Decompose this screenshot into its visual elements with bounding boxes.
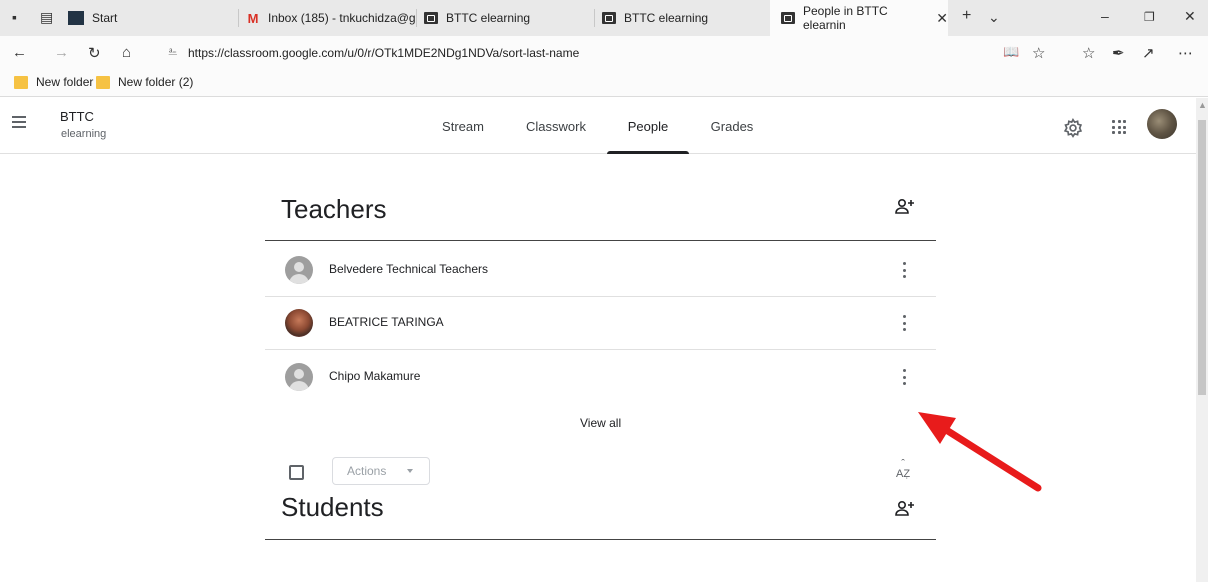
teacher-row: Chipo Makamure (265, 351, 936, 404)
students-divider (265, 539, 936, 540)
back-icon[interactable]: ← (12, 44, 27, 61)
more-options-icon[interactable] (898, 262, 910, 278)
home-icon[interactable]: ⌂ (122, 44, 131, 61)
restore-icon[interactable]: ❐ (1144, 10, 1155, 24)
close-window-icon[interactable]: ✕ (1184, 8, 1196, 25)
tab-gmail-inbox[interactable]: M Inbox (185) - tnkuchidza@g (246, 0, 416, 36)
more-options-icon[interactable] (898, 315, 910, 331)
actions-dropdown[interactable]: Actions (332, 457, 430, 485)
page-scrollbar[interactable]: ▲ (1196, 98, 1208, 582)
teachers-divider (265, 240, 936, 241)
google-apps-icon[interactable] (1112, 120, 1126, 134)
classroom-icon (602, 12, 616, 24)
folder-label: New folder (2) (118, 75, 194, 89)
reading-view-icon[interactable]: 📖 (1003, 44, 1019, 60)
dropdown-caret-icon (407, 469, 413, 473)
tab-stream[interactable]: Stream (431, 98, 495, 154)
minimize-icon[interactable]: – (1101, 8, 1109, 24)
classroom-icon (424, 12, 438, 24)
teacher-name: BEATRICE TARINGA (329, 315, 444, 329)
invite-students-icon[interactable] (895, 500, 915, 516)
refresh-icon[interactable]: ↻ (88, 44, 101, 62)
account-avatar[interactable] (1147, 109, 1177, 139)
classroom-icon (781, 12, 795, 24)
tab-classwork[interactable]: Classwork (511, 98, 601, 154)
tab-list-chevron-icon[interactable]: ⌄ (988, 9, 1000, 26)
invite-teachers-icon[interactable] (895, 198, 915, 214)
classroom-topbar: BTTC elearning Stream Classwork People G… (0, 98, 1196, 154)
folder-icon (14, 75, 28, 89)
favorite-star-icon[interactable]: ☆ (1032, 44, 1045, 62)
tab-bttc-elearning-2[interactable]: BTTC elearning (602, 0, 768, 36)
teacher-row: BEATRICE TARINGA (265, 297, 936, 350)
actions-label: Actions (347, 464, 387, 478)
share-icon[interactable]: ↗ (1142, 44, 1155, 62)
teacher-row: Belvedere Technical Teachers (265, 244, 936, 297)
class-section: elearning (61, 128, 107, 140)
teachers-heading: Teachers (281, 194, 387, 224)
tab-title: BTTC elearning (624, 11, 709, 25)
classroom-page: BTTC elearning Stream Classwork People G… (0, 98, 1196, 582)
scroll-thumb[interactable] (1198, 120, 1206, 395)
default-avatar (285, 256, 313, 284)
browser-tab-strip: ▪ ▤ Start M Inbox (185) - tnkuchidza@g B… (0, 0, 1208, 36)
web-note-icon[interactable]: ✒ (1112, 44, 1125, 62)
favorites-hub-icon[interactable]: ☆ (1082, 44, 1095, 62)
select-all-checkbox[interactable] (289, 465, 304, 480)
settings-gear-icon[interactable] (1063, 118, 1083, 138)
teacher-name: Chipo Makamure (329, 369, 421, 383)
tab-grades[interactable]: Grades (697, 98, 767, 154)
gmail-icon: M (247, 10, 259, 26)
close-tab-icon[interactable]: ✕ (936, 10, 948, 27)
tab-start[interactable]: Start (68, 0, 238, 36)
folder-icon (96, 75, 110, 89)
more-icon[interactable]: ⋯ (1178, 44, 1193, 62)
view-all-link[interactable]: View all (580, 416, 621, 430)
scroll-up-icon[interactable]: ▲ (1198, 100, 1207, 110)
favorite-folder-1[interactable]: New folder (14, 75, 93, 89)
address-bar-row: ← → ↻ ⌂ ⎁ 📖 ☆ ☆ ✒ ↗ ⋯ (0, 36, 1208, 69)
students-heading: Students (281, 492, 384, 522)
favorites-bar: New folder New folder (2) (0, 69, 1208, 97)
tab-previews-icon[interactable]: ▤ (40, 9, 53, 26)
folder-label: New folder (36, 75, 94, 89)
more-options-icon[interactable] (898, 369, 910, 385)
tab-title: Start (92, 11, 118, 25)
tab-title: Inbox (185) - tnkuchidza@g (268, 11, 416, 25)
start-icon (68, 11, 84, 25)
class-name[interactable]: BTTC (60, 109, 94, 124)
annotation-arrow (918, 412, 1042, 492)
favorite-folder-2[interactable]: New folder (2) (96, 75, 193, 89)
set-aside-tabs-icon[interactable]: ▪ (12, 9, 17, 25)
main-menu-icon[interactable] (12, 116, 26, 128)
teacher-name: Belvedere Technical Teachers (329, 262, 488, 276)
new-tab-icon[interactable]: + (962, 7, 971, 25)
tab-people[interactable]: People (607, 98, 689, 154)
url-input[interactable] (160, 40, 1060, 65)
tab-title: People in BTTC elearnin (803, 4, 888, 32)
tab-people-active[interactable]: People in BTTC elearnin ✕ (770, 0, 948, 36)
photo-avatar (285, 309, 313, 337)
forward-icon[interactable]: → (54, 44, 69, 61)
tab-title: BTTC elearning (446, 11, 531, 25)
tab-bttc-elearning-1[interactable]: BTTC elearning (424, 0, 594, 36)
default-avatar (285, 363, 313, 391)
